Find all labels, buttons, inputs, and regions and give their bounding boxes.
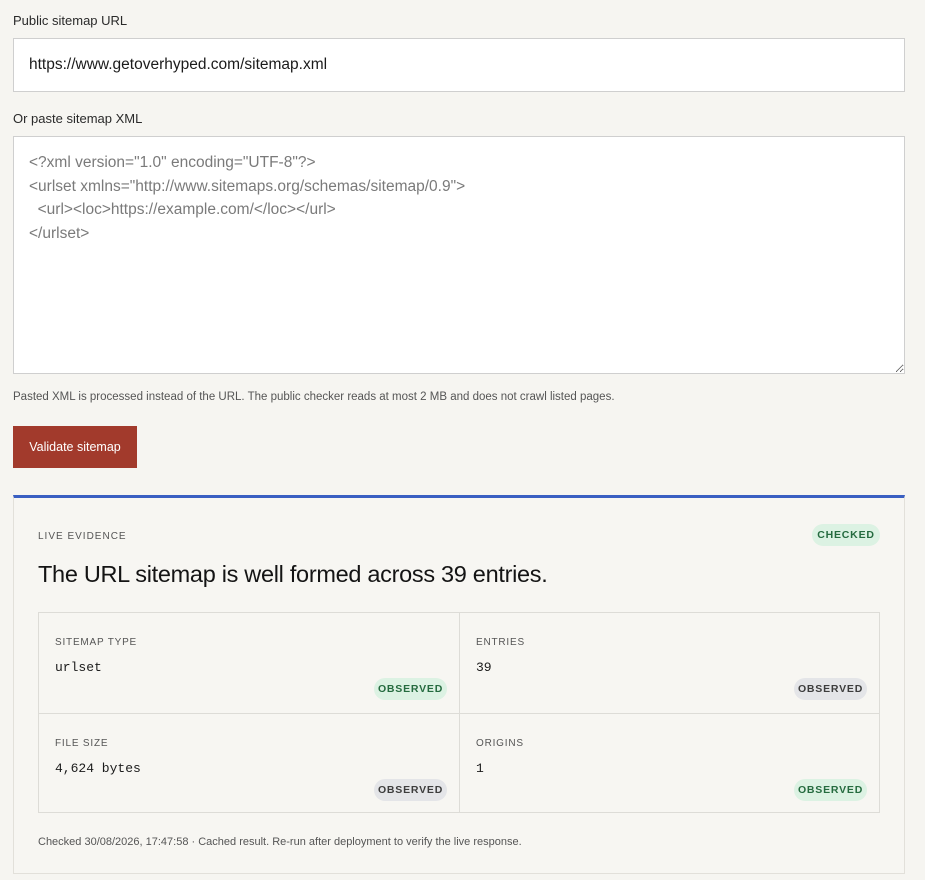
evidence-grid: SITEMAP TYPE urlset OBSERVED ENTRIES 39 … bbox=[38, 612, 880, 813]
sitemap-xml-textarea[interactable] bbox=[13, 136, 905, 374]
evidence-footer: Checked 30/08/2026, 17:47:58 · Cached re… bbox=[38, 836, 522, 848]
cell-value: 1 bbox=[476, 761, 484, 776]
cell-value: 4,624 bytes bbox=[55, 761, 141, 776]
evidence-cell-sitemap-type: SITEMAP TYPE urlset OBSERVED bbox=[39, 613, 459, 713]
cell-label: FILE SIZE bbox=[55, 738, 109, 749]
evidence-cell-entries: ENTRIES 39 OBSERVED bbox=[459, 613, 879, 713]
observed-badge: OBSERVED bbox=[794, 678, 867, 700]
cell-label: SITEMAP TYPE bbox=[55, 637, 138, 648]
evidence-cell-file-size: FILE SIZE 4,624 bytes OBSERVED bbox=[39, 713, 459, 813]
sitemap-xml-label: Or paste sitemap XML bbox=[13, 111, 143, 126]
cell-value: urlset bbox=[55, 660, 102, 675]
observed-badge: OBSERVED bbox=[374, 779, 447, 801]
evidence-cell-origins: ORIGINS 1 OBSERVED bbox=[459, 713, 879, 813]
evidence-kicker: LIVE EVIDENCE bbox=[38, 531, 127, 542]
evidence-title: The URL sitemap is well formed across 39… bbox=[38, 561, 548, 587]
form-hint: Pasted XML is processed instead of the U… bbox=[13, 391, 615, 403]
cell-value: 39 bbox=[476, 660, 492, 675]
cell-label: ENTRIES bbox=[476, 637, 525, 648]
sitemap-url-input[interactable] bbox=[13, 38, 905, 92]
observed-badge: OBSERVED bbox=[374, 678, 447, 700]
checked-status-badge: CHECKED bbox=[812, 524, 880, 546]
live-evidence-panel: LIVE EVIDENCE CHECKED The URL sitemap is… bbox=[13, 495, 905, 874]
validate-sitemap-button[interactable]: Validate sitemap bbox=[13, 426, 137, 468]
observed-badge: OBSERVED bbox=[794, 779, 867, 801]
sitemap-url-label: Public sitemap URL bbox=[13, 13, 128, 28]
cell-label: ORIGINS bbox=[476, 738, 524, 749]
